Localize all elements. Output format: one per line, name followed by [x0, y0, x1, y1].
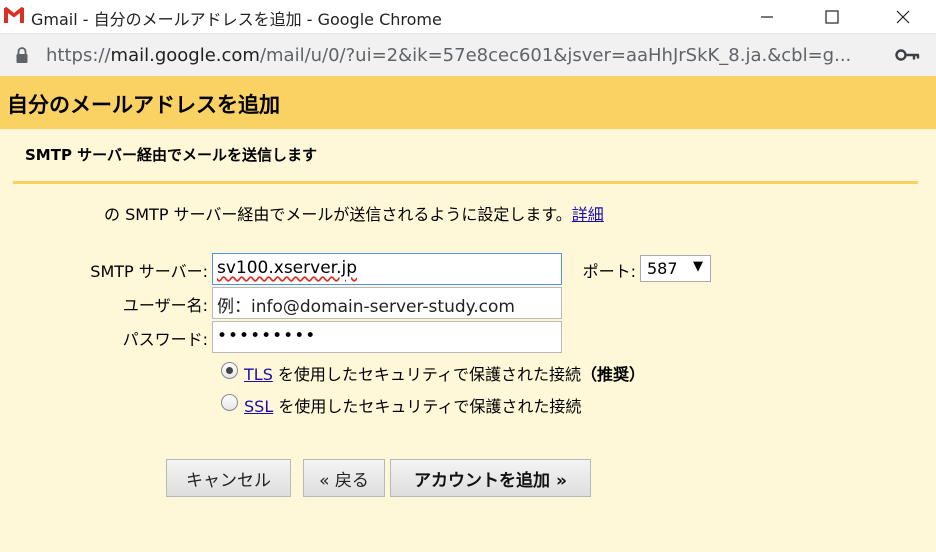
details-link[interactable]: 詳細 [572, 205, 604, 224]
back-button[interactable]: « 戻る [303, 459, 385, 497]
port-value: 587 [647, 259, 678, 278]
maximize-button[interactable] [809, 0, 855, 33]
tls-text: を使用したセキュリティで保護された接続 [272, 365, 581, 384]
window-title: Gmail - 自分のメールアドレスを追加 - Google Chrome [31, 10, 442, 29]
dropdown-arrow-icon: ▼ [693, 259, 703, 274]
url-host: mail.google.com [110, 45, 260, 66]
tls-recommended: （推奨） [580, 365, 645, 384]
add-account-button[interactable]: アカウントを追加 » [390, 459, 591, 497]
tls-link[interactable]: TLS [244, 365, 273, 384]
ssl-option-label: SSL を使用したセキュリティで保護された接続 [244, 393, 581, 417]
url-scheme: https:// [46, 45, 111, 66]
page-content: 自分のメールアドレスを追加 SMTP サーバー経由でメールを送信します の SM… [0, 76, 936, 552]
minimize-button[interactable] [744, 0, 790, 33]
ssl-radio[interactable] [221, 394, 238, 411]
password-label: パスワード: [122, 330, 208, 349]
username-input[interactable]: 例：info@domain-server-study.com [212, 287, 562, 319]
description-text: の SMTP サーバー経由でメールが送信されるように設定します。詳細 [104, 201, 604, 225]
username-label: ユーザー名: [122, 296, 208, 315]
close-button[interactable] [880, 0, 926, 33]
port-select[interactable]: 587 ▼ [640, 255, 711, 282]
divider [13, 181, 918, 184]
url-path: /mail/u/0/?ui=2&ik=57e8cec601&jsver=aaHh… [259, 45, 852, 66]
header-band: 自分のメールアドレスを追加 [0, 76, 936, 129]
port-label: ポート: [582, 262, 636, 281]
key-icon[interactable] [895, 47, 921, 63]
ssl-link[interactable]: SSL [244, 397, 273, 416]
tls-radio[interactable] [221, 362, 238, 379]
cancel-button[interactable]: キャンセル [166, 459, 291, 497]
lock-icon[interactable] [15, 47, 29, 64]
smtp-server-label: SMTP サーバー: [90, 262, 208, 281]
tls-option-label: TLS を使用したセキュリティで保護された接続（推奨） [244, 361, 645, 385]
maximize-icon [825, 9, 839, 24]
smtp-server-value: sv100.xserver.jp [217, 258, 358, 278]
username-value: 例：info@domain-server-study.com [217, 297, 515, 317]
close-icon [896, 10, 910, 23]
gmail-logo-icon [3, 6, 25, 24]
section-heading: SMTP サーバー経由でメールを送信します [25, 146, 318, 164]
address-bar[interactable]: https://mail.google.com/mail/u/0/?ui=2&i… [0, 33, 936, 76]
ssl-text: を使用したセキュリティで保護された接続 [273, 397, 582, 416]
minimize-icon [761, 15, 773, 18]
page-title: 自分のメールアドレスを追加 [7, 93, 280, 117]
url-text[interactable]: https://mail.google.com/mail/u/0/?ui=2&i… [46, 45, 886, 66]
password-value: ••••••••• [217, 326, 317, 346]
password-input[interactable]: ••••••••• [212, 321, 562, 353]
window-titlebar: Gmail - 自分のメールアドレスを追加 - Google Chrome [0, 0, 936, 33]
description-body: の SMTP サーバー経由でメールが送信されるように設定します。 [104, 205, 572, 224]
